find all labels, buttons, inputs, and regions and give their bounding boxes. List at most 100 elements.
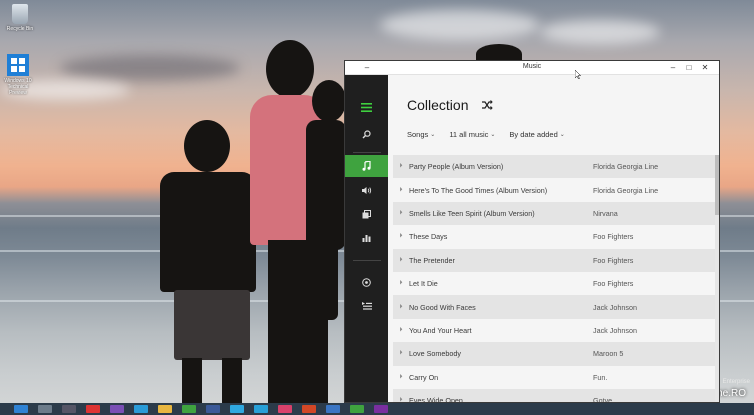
song-artist[interactable]: Fun. [593, 373, 607, 382]
song-row[interactable]: ⏵ Let It Die Foo Fighters [393, 272, 717, 295]
edition-label: Enterprise [722, 379, 750, 385]
song-artist[interactable]: Nirvana [593, 209, 618, 218]
add-circle-icon [362, 277, 371, 287]
song-row[interactable]: ⏵ Party People (Album Version) Florida Geo… [393, 155, 717, 179]
view-dropdown[interactable]: Songs ⌄ [407, 130, 435, 139]
taskbar-app-icon[interactable] [86, 405, 100, 413]
taskbar-app-icon[interactable] [230, 405, 244, 413]
play-icon[interactable]: ⏵ [393, 327, 409, 334]
minimize-button[interactable]: – [667, 62, 679, 73]
song-title: Eyes Wide Open [409, 396, 463, 403]
search-button[interactable] [345, 123, 388, 145]
task-view-icon[interactable] [62, 405, 76, 413]
song-title: You And Your Heart [409, 325, 472, 335]
song-artist[interactable]: Maroon 5 [593, 349, 623, 358]
collection-nav-button[interactable] [345, 155, 388, 177]
song-artist[interactable]: Florida Georgia Line [593, 186, 658, 195]
close-button[interactable]: ✕ [699, 62, 711, 73]
sort-dropdown[interactable]: By date added ⌄ [509, 130, 564, 139]
song-artist[interactable]: Jack Johnson [593, 326, 637, 335]
scrollbar-thumb[interactable] [715, 155, 719, 215]
charts-nav-button[interactable] [345, 226, 388, 248]
desktop-icon-label: Recycle Bin [6, 26, 34, 32]
page-title: Collection [407, 97, 469, 113]
song-row[interactable]: ⏵ You And Your Heart Jack Johnson [393, 319, 717, 342]
song-title: Smells Like Teen Spirit (Album Version) [409, 208, 535, 218]
scope-dropdown[interactable]: 11 all music ⌄ [449, 130, 495, 139]
song-row[interactable]: ⏵ These Days Foo Fighters [393, 225, 717, 248]
now-playing-list-icon [361, 302, 372, 310]
song-row[interactable]: ⏵ No Good With Faces Jack Johnson [393, 295, 717, 319]
song-title: No Good With Faces [409, 302, 476, 312]
song-row[interactable]: ⏵ Eyes Wide Open Gotye [393, 388, 717, 403]
title-bar[interactable]: – Music – □ ✕ [345, 61, 719, 75]
cloud [380, 10, 540, 40]
chevron-down-icon: ⌄ [430, 132, 436, 138]
music-app-icon[interactable] [350, 405, 364, 413]
song-row[interactable]: ⏵ Here's To The Good Times (Album Version… [393, 178, 717, 201]
skype-icon[interactable] [254, 405, 268, 413]
recycle-bin-icon [12, 4, 28, 24]
song-artist[interactable]: Foo Fighters [593, 279, 633, 288]
collection-pane: Collection Songs ⌄ 11 all music ⌄ By date … [388, 75, 719, 402]
play-icon[interactable]: ⏵ [393, 187, 409, 194]
onenote-icon[interactable] [374, 405, 388, 413]
maximize-button[interactable]: □ [683, 62, 695, 73]
taskbar-app-icon[interactable] [278, 405, 292, 413]
music-note-icon [362, 161, 371, 171]
chevron-down-icon: ⌄ [490, 132, 496, 138]
windows-icon [7, 54, 29, 76]
rail-divider [353, 260, 381, 261]
song-title: The Pretender [409, 255, 455, 265]
search-icon [362, 129, 371, 138]
taskbar-app-icon[interactable] [110, 405, 124, 413]
filter-bar: Songs ⌄ 11 all music ⌄ By date added ⌄ [407, 130, 565, 139]
hamburger-icon [361, 102, 372, 112]
song-artist[interactable]: Florida Georgia Line [593, 162, 658, 171]
song-title: Let It Die [409, 279, 438, 289]
play-icon[interactable]: ⏵ [393, 374, 409, 381]
radio-nav-button[interactable] [345, 179, 388, 201]
rail-divider [353, 152, 381, 153]
song-row[interactable]: ⏵ Carry On Fun. [393, 366, 717, 389]
folder-icon[interactable] [158, 405, 172, 413]
play-icon[interactable]: ⏵ [393, 210, 409, 217]
search-icon[interactable] [38, 405, 52, 413]
start-button[interactable] [14, 405, 28, 413]
song-title: Party People (Album Version) [409, 162, 504, 172]
play-icon[interactable]: ⏵ [393, 233, 409, 240]
store-icon[interactable] [182, 405, 196, 413]
add-music-button[interactable] [345, 271, 388, 293]
hamburger-menu-button[interactable] [345, 96, 388, 118]
taskbar-app-icon[interactable] [206, 405, 220, 413]
mouse-cursor-icon [575, 70, 581, 79]
play-icon[interactable]: ⏵ [393, 257, 409, 264]
song-artist[interactable]: Jack Johnson [593, 303, 637, 312]
song-artist[interactable]: Foo Fighters [593, 256, 633, 265]
play-icon[interactable]: ⏵ [393, 304, 409, 311]
song-list: ⏵ Party People (Album Version) Florida Geo… [393, 155, 717, 403]
sort-dropdown-label: By date added [509, 130, 558, 139]
play-icon[interactable]: ⏵ [393, 397, 409, 402]
powerpoint-icon[interactable] [302, 405, 316, 413]
song-row[interactable]: ⏵ Love Somebody Maroon 5 [393, 342, 717, 366]
now-playing-button[interactable] [345, 295, 388, 317]
song-row[interactable]: ⏵ Smells Like Teen Spirit (Album Version)… [393, 201, 717, 226]
taskbar-app-icon[interactable] [326, 405, 340, 413]
play-icon[interactable]: ⏵ [393, 163, 409, 170]
play-icon[interactable]: ⏵ [393, 280, 409, 287]
radio-icon [362, 186, 372, 194]
desktop-icon-recycle-bin[interactable]: Recycle Bin [2, 4, 38, 32]
play-icon[interactable]: ⏵ [393, 350, 409, 357]
song-artist[interactable]: Gotye [593, 396, 612, 402]
scope-dropdown-label: 11 all music [449, 130, 489, 139]
shuffle-icon[interactable] [481, 99, 493, 111]
desktop-icon-windows[interactable]: Windows 10 Technical Preview [0, 54, 36, 96]
song-artist[interactable]: Foo Fighters [593, 232, 633, 241]
albums-nav-button[interactable] [345, 203, 388, 225]
cloud [60, 55, 240, 81]
song-row[interactable]: ⏵ The Pretender Foo Fighters [393, 248, 717, 272]
music-window: – Music – □ ✕ Collection Songs ⌄ 11 all … [344, 60, 720, 403]
nav-rail [345, 75, 388, 402]
ie-icon[interactable] [134, 405, 148, 413]
